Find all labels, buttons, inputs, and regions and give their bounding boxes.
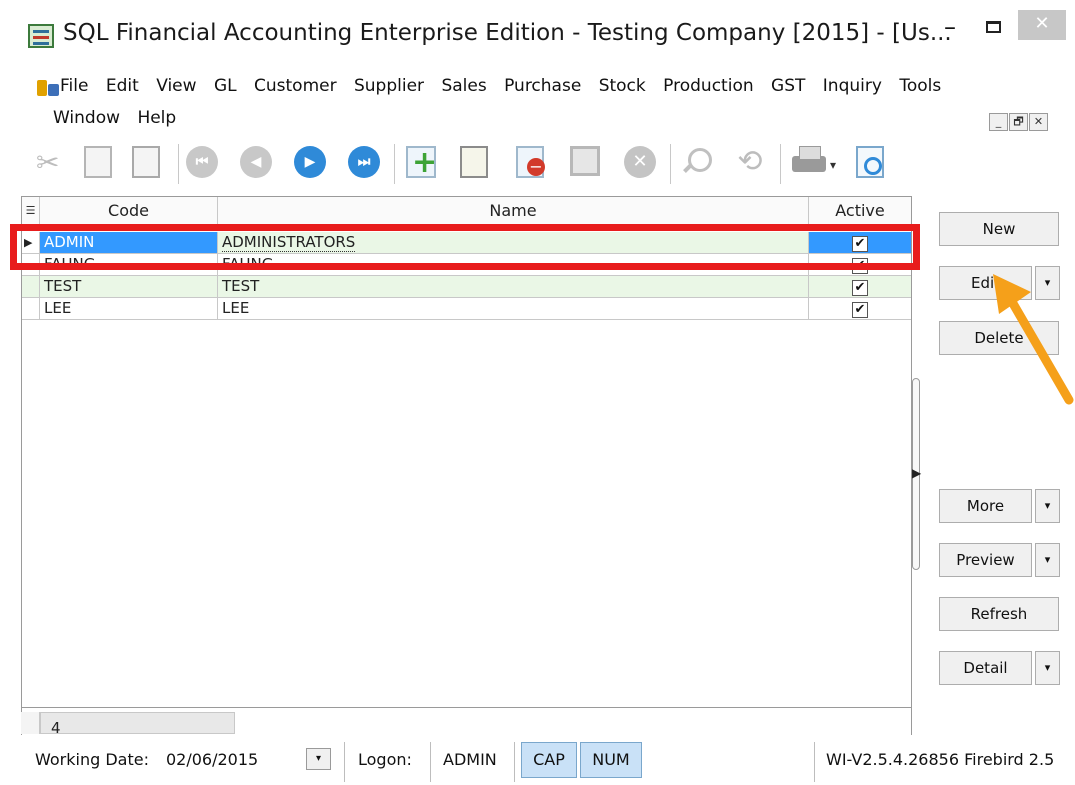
status-bar: Working Date: 02/06/2015 ▾ Logon: ADMIN … <box>0 738 1075 785</box>
menu-tools[interactable]: Tools <box>899 76 941 96</box>
new-record-icon[interactable] <box>406 146 440 180</box>
pointer-arrow-shaft <box>1006 295 1074 405</box>
toolbar-separator <box>670 144 671 184</box>
app-icon <box>28 24 54 48</box>
new-button[interactable]: New <box>939 212 1059 246</box>
mdi-restore-button[interactable]: 🗗 <box>1009 113 1028 131</box>
paste-icon[interactable] <box>132 146 166 180</box>
minimize-button[interactable]: – <box>930 14 970 44</box>
menu-view[interactable]: View <box>156 76 196 96</box>
table-row[interactable]: TEST TEST ✔ <box>22 276 911 298</box>
detail-dropdown-button[interactable]: ▾ <box>1035 651 1060 685</box>
menu-file[interactable]: File <box>60 76 88 96</box>
menu-bar: File Edit View GL Customer Supplier Sale… <box>30 72 1075 134</box>
working-date-dropdown[interactable]: ▾ <box>306 748 331 770</box>
close-button[interactable]: ✕ <box>1018 10 1066 40</box>
menu-customer[interactable]: Customer <box>254 76 337 96</box>
copy-icon[interactable] <box>84 146 118 180</box>
table-row[interactable]: LEE LEE ✔ <box>22 298 911 320</box>
menu-help[interactable]: Help <box>137 108 176 128</box>
version-info: WI-V2.5.4.26856 Firebird 2.5 <box>826 750 1055 769</box>
menu-purchase[interactable]: Purchase <box>504 76 581 96</box>
cell-active[interactable]: ✔ <box>809 298 911 320</box>
preview-dropdown-button[interactable]: ▾ <box>1035 543 1060 577</box>
cancel-icon[interactable]: ✕ <box>624 146 658 180</box>
menu-row-1: File Edit View GL Customer Supplier Sale… <box>60 76 953 96</box>
menu-gst[interactable]: GST <box>771 76 805 96</box>
cell-code[interactable]: TEST <box>40 276 218 298</box>
preview-button[interactable]: Preview <box>939 543 1032 577</box>
cell-active[interactable]: ✔ <box>809 276 911 298</box>
menu-stock[interactable]: Stock <box>599 76 646 96</box>
num-lock-indicator: NUM <box>580 742 642 778</box>
grid-header: ☰ Code Name Active <box>22 197 911 226</box>
previous-record-icon[interactable]: ◀ <box>240 146 274 180</box>
window-title: SQL Financial Accounting Enterprise Edit… <box>63 20 952 46</box>
cell-code[interactable]: LEE <box>40 298 218 320</box>
maximize-icon <box>985 21 1001 33</box>
refresh-icon[interactable]: ⟲ <box>734 146 768 180</box>
menu-window[interactable]: Window <box>53 108 120 128</box>
maximize-button[interactable] <box>973 14 1013 44</box>
save-icon[interactable] <box>570 146 604 180</box>
menu-production[interactable]: Production <box>663 76 753 96</box>
status-separator <box>430 742 431 782</box>
mdi-minimize-button[interactable]: _ <box>989 113 1008 131</box>
menu-inquiry[interactable]: Inquiry <box>823 76 882 96</box>
more-button[interactable]: More <box>939 489 1032 523</box>
cut-icon[interactable]: ✂ <box>36 148 70 182</box>
active-checkbox[interactable]: ✔ <box>852 302 868 318</box>
menu-sales[interactable]: Sales <box>441 76 486 96</box>
title-bar: SQL Financial Accounting Enterprise Edit… <box>0 0 1075 76</box>
detail-button[interactable]: Detail <box>939 651 1032 685</box>
footer-indicator <box>21 712 40 734</box>
menu-gl[interactable]: GL <box>214 76 237 96</box>
working-date-label: Working Date: <box>35 750 149 769</box>
toolbar-separator <box>178 144 179 184</box>
pointer-arrow-annotation <box>993 274 1074 405</box>
first-record-icon[interactable]: ⏮ <box>186 146 220 180</box>
print-preview-icon[interactable] <box>856 146 890 180</box>
cell-name[interactable]: LEE <box>218 298 809 320</box>
status-separator <box>344 742 345 782</box>
splitter-arrow-icon[interactable]: ▶ <box>912 466 921 480</box>
delete-record-icon[interactable] <box>516 146 550 180</box>
menu-supplier[interactable]: Supplier <box>354 76 424 96</box>
status-separator <box>814 742 815 782</box>
mdi-controls: _ 🗗 ✕ <box>988 110 1048 131</box>
caps-lock-indicator: CAP <box>521 742 577 778</box>
toolbar-separator <box>394 144 395 184</box>
print-icon[interactable] <box>792 146 826 180</box>
find-icon[interactable] <box>680 146 714 180</box>
row-indicator <box>22 276 40 298</box>
row-indicator <box>22 298 40 320</box>
user-grid[interactable]: ☰ Code Name Active ▶ ADMIN ADMINISTRATOR… <box>21 196 912 708</box>
menu-edit[interactable]: Edit <box>106 76 139 96</box>
next-record-icon[interactable]: ▶ <box>294 146 328 180</box>
logon-user: ADMIN <box>443 750 497 769</box>
active-checkbox[interactable]: ✔ <box>852 280 868 296</box>
toolbar-separator <box>780 144 781 184</box>
column-chooser-icon[interactable]: ☰ <box>22 197 40 226</box>
column-header-code[interactable]: Code <box>40 197 218 226</box>
menu-row-2: Window Help <box>53 108 188 128</box>
refresh-button[interactable]: Refresh <box>939 597 1059 631</box>
highlight-annotation <box>10 224 920 270</box>
more-dropdown-button[interactable]: ▾ <box>1035 489 1060 523</box>
logon-label: Logon: <box>358 750 412 769</box>
edit-record-icon[interactable] <box>460 146 494 180</box>
cell-name[interactable]: TEST <box>218 276 809 298</box>
status-separator <box>514 742 515 782</box>
working-date-value[interactable]: 02/06/2015 <box>166 750 258 769</box>
mdi-close-button[interactable]: ✕ <box>1029 113 1048 131</box>
last-record-icon[interactable]: ⏭ <box>348 146 382 180</box>
users-menu-icon <box>37 80 59 98</box>
column-header-active[interactable]: Active <box>809 197 911 226</box>
record-count: 4 <box>40 712 235 737</box>
toolbar: ✂ ⏮ ◀ ▶ ⏭ ✕ ⟲ ▾ <box>28 140 1075 190</box>
column-header-name[interactable]: Name <box>218 197 809 226</box>
